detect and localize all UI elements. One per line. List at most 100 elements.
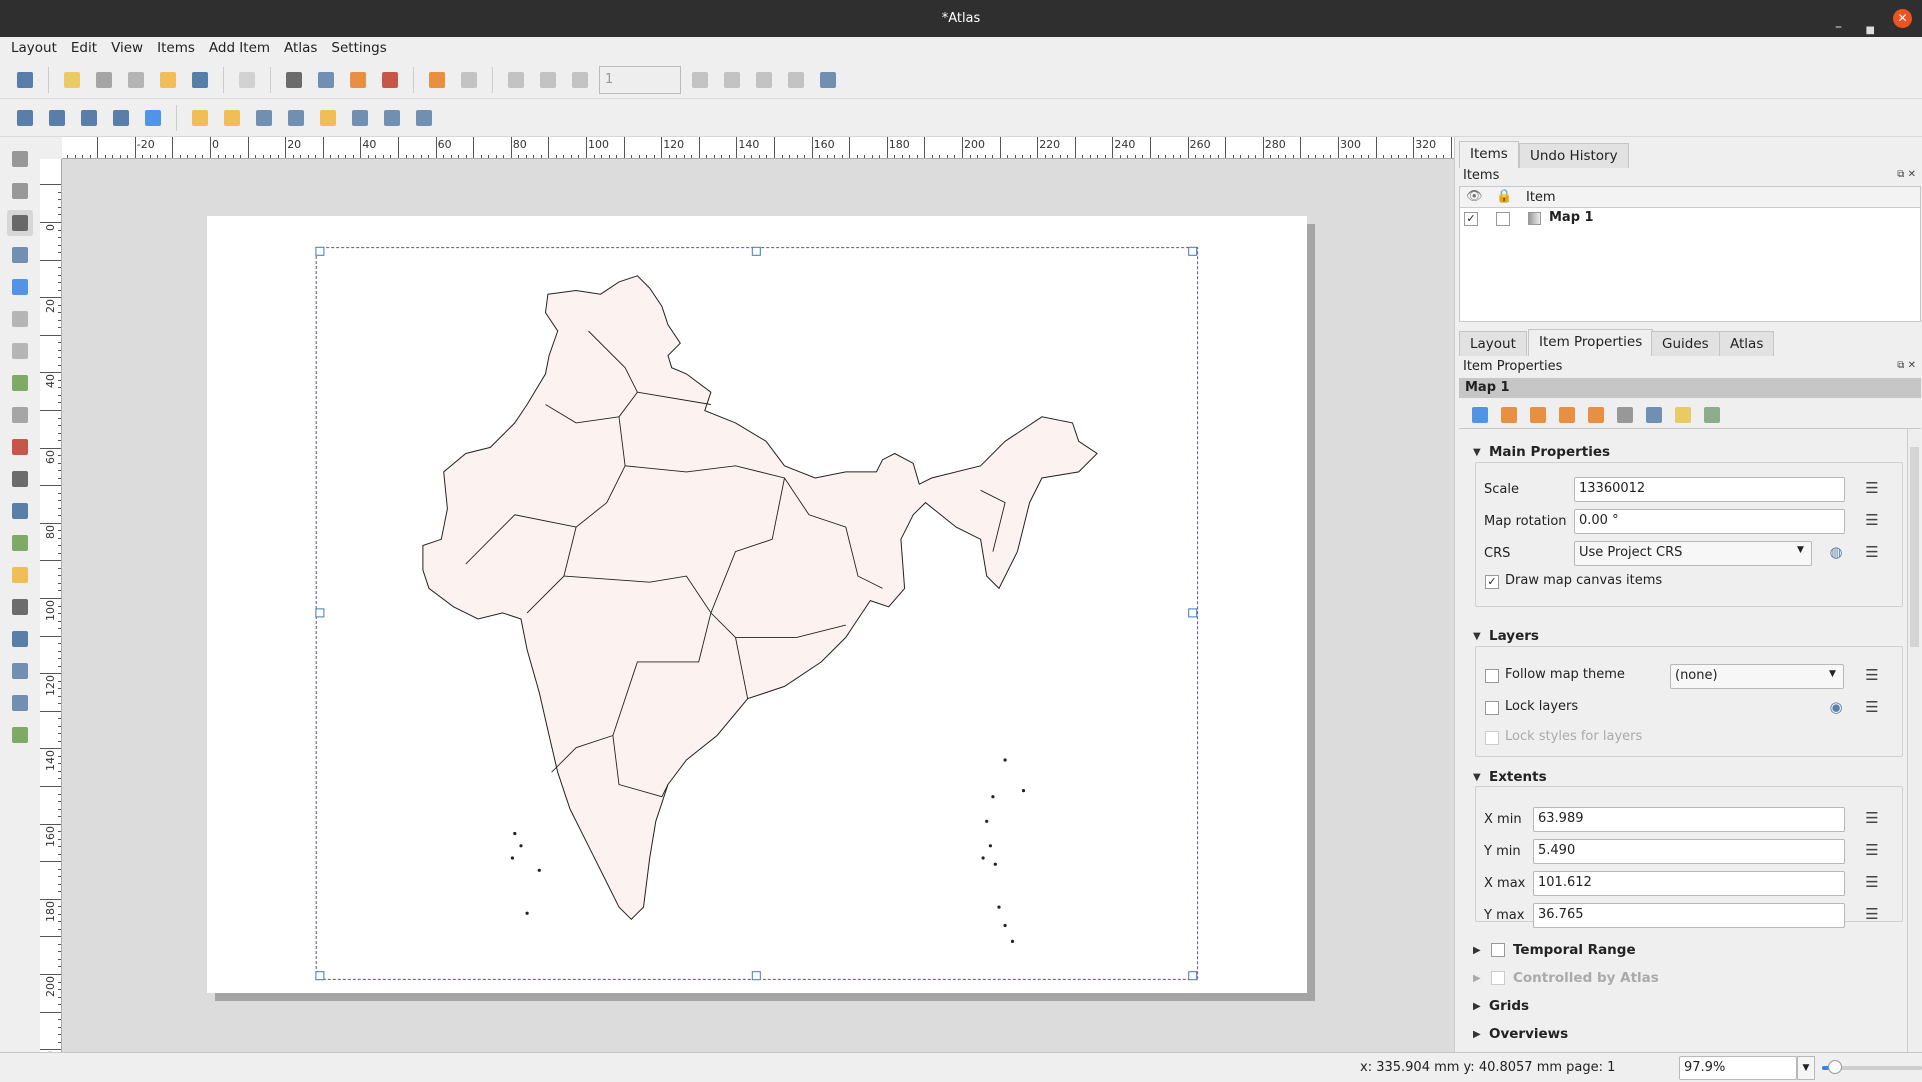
lock-layers-checkbox[interactable] [1485,701,1499,715]
tab-layout[interactable]: Layout [1459,331,1527,356]
save-template-icon[interactable] [187,67,213,93]
add-node-item-icon[interactable] [7,626,33,652]
tab-atlas[interactable]: Atlas [1719,331,1775,356]
follow-theme-checkbox[interactable] [1485,669,1499,683]
layers-header[interactable]: Layers [1489,628,1539,644]
interactive-edit-icon[interactable] [1641,402,1667,428]
add-3d-map-icon[interactable] [7,338,33,364]
lock-items-icon[interactable] [187,105,213,131]
section-checkbox[interactable] [1491,943,1505,957]
main-properties-header[interactable]: Main Properties [1489,444,1610,460]
tab-item-properties[interactable]: Item Properties [1528,329,1654,356]
map-theme-select[interactable]: (none) [1670,664,1844,689]
add-map-icon[interactable] [7,306,33,332]
ungroup-icon[interactable] [283,105,309,131]
item-visible-checkbox[interactable]: ✓ [1464,212,1478,226]
lock-styles-checkbox[interactable] [1485,731,1499,745]
distribute-icon[interactable] [379,105,405,131]
crs-selector-icon[interactable]: ◍ [1823,543,1849,565]
atlas-page-select[interactable]: 1 [599,65,681,94]
section-temporal-range[interactable]: Temporal Range [1513,942,1636,958]
xmax-input[interactable]: 101.612 [1533,871,1845,896]
tab-guides[interactable]: Guides [1651,331,1720,356]
add-html-icon[interactable] [7,658,33,684]
add-marker-icon[interactable] [7,562,33,588]
menu-add-item[interactable]: Add Item [202,37,277,60]
vertical-ruler[interactable]: 020406080100120140160180200220 [40,159,62,1052]
add-legend-icon[interactable] [7,434,33,460]
add-scalebar-icon[interactable] [7,466,33,492]
ymin-input[interactable]: 5.490 [1533,839,1845,864]
extents-header[interactable]: Extents [1489,769,1547,785]
add-attribute-table-icon[interactable] [7,690,33,716]
add-shape-icon[interactable] [7,530,33,556]
bookmark-icon[interactable] [1612,402,1638,428]
add-arrow-icon[interactable] [7,594,33,620]
edit-nodes-icon[interactable] [7,274,33,300]
unlock-items-icon[interactable] [219,105,245,131]
export-image-icon[interactable] [313,67,339,93]
add-picture-icon[interactable] [7,370,33,396]
add-fixed-table-icon[interactable] [7,722,33,748]
last-feature-icon[interactable] [719,67,745,93]
crs-select[interactable]: Use Project CRS [1574,541,1812,566]
view-extent-in-canvas-icon[interactable] [1525,402,1551,428]
section-grids[interactable]: Grids [1489,998,1529,1014]
data-defined-override-icon[interactable]: ☰ [1859,841,1885,863]
export-pdf-icon[interactable] [377,67,403,93]
next-feature-icon[interactable] [687,67,713,93]
data-defined-override-icon[interactable]: ☰ [1859,666,1885,688]
horizontal-ruler[interactable]: -20 0 20 40 60 80 100 120 140 160 180 200 220 240 260 2… [62,137,1454,159]
zoom-slider[interactable] [1822,1060,1922,1074]
zoom-full-icon[interactable] [108,105,134,131]
data-defined-override-icon[interactable]: ☰ [1859,479,1885,501]
eye-icon[interactable]: ◉ [1823,698,1849,720]
undo-icon[interactable] [424,67,450,93]
layout-manager-icon[interactable] [123,67,149,93]
menu-edit[interactable]: Edit [64,37,104,60]
add-label-icon[interactable] [7,402,33,428]
first-feature-icon[interactable] [535,67,561,93]
section-checkbox[interactable] [1491,971,1505,985]
data-defined-override-icon[interactable]: ☰ [1859,905,1885,927]
scale-input[interactable]: 13360012 [1574,477,1845,502]
refresh-icon[interactable] [140,105,166,131]
new-layout-icon[interactable] [59,67,85,93]
set-extent-from-canvas-icon[interactable] [1496,402,1522,428]
select-icon[interactable] [6,210,33,236]
data-defined-override-icon[interactable]: ☰ [1859,698,1885,720]
menu-layout[interactable]: Layout [4,37,64,60]
move-content-icon[interactable] [7,242,33,268]
ymax-input[interactable]: 36.765 [1533,903,1845,928]
menu-atlas[interactable]: Atlas [277,37,324,60]
save-icon[interactable] [12,67,38,93]
item-row-map1[interactable]: Map 1 [1549,210,1594,225]
print-atlas-icon[interactable] [751,67,777,93]
zoom-select[interactable]: 97.9% [1679,1056,1797,1080]
menu-view[interactable]: View [104,37,150,60]
zoom-in-icon[interactable] [12,105,38,131]
zoom-actual-icon[interactable] [76,105,102,131]
data-defined-override-icon[interactable]: ☰ [1859,543,1885,565]
atlas-settings-icon[interactable] [815,67,841,93]
align-icon[interactable] [347,105,373,131]
chevron-down-icon[interactable]: ▼ [1797,1056,1815,1080]
section-overviews[interactable]: Overviews [1489,1026,1568,1042]
close-button[interactable]: ✕ [1893,9,1912,28]
atlas-preview-icon[interactable] [503,67,529,93]
update-preview-icon[interactable] [1467,402,1493,428]
group-icon[interactable] [251,105,277,131]
add-north-arrow-icon[interactable] [7,498,33,524]
item-lock-checkbox[interactable] [1496,212,1510,226]
draw-canvas-items-checkbox[interactable]: ✓ [1485,575,1499,589]
new-page-icon[interactable] [234,67,260,93]
scrollbar[interactable] [1907,429,1921,1052]
set-canvas-scale-icon[interactable] [1583,402,1609,428]
dock-float-close-icons[interactable]: ⧉ ✕ [1897,360,1916,371]
menu-settings[interactable]: Settings [324,37,393,60]
menu-items[interactable]: Items [150,37,202,60]
dock-float-close-icons[interactable]: ⧉ ✕ [1897,169,1916,180]
resize-icon[interactable] [411,105,437,131]
tab-undo-history[interactable]: Undo History [1519,143,1629,168]
print-icon[interactable] [281,67,307,93]
